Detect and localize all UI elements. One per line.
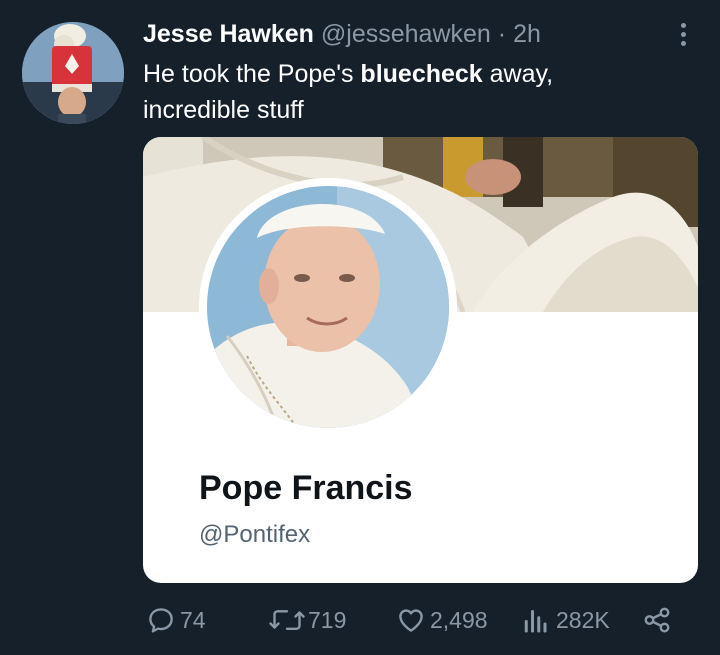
attached-image-card[interactable]: Pope Francis @Pontifex bbox=[143, 137, 698, 583]
tweet-text-bold: bluecheck bbox=[360, 60, 483, 88]
profile-picture bbox=[199, 178, 457, 436]
share-button[interactable] bbox=[642, 602, 672, 638]
views-button[interactable]: 282K bbox=[522, 602, 610, 638]
header-separator: · bbox=[497, 20, 507, 48]
like-button[interactable]: 2,498 bbox=[396, 602, 488, 638]
retweet-count: 719 bbox=[308, 606, 347, 633]
card-profile-name: Pope Francis bbox=[199, 469, 413, 507]
author-avatar[interactable] bbox=[22, 22, 124, 124]
analytics-icon bbox=[522, 605, 550, 635]
reply-count: 74 bbox=[180, 606, 206, 633]
retweet-button[interactable]: 719 bbox=[268, 602, 346, 638]
tweet-text-before: He took the Pope's bbox=[143, 60, 361, 88]
tweet-text: He took the Pope's bluecheck away, incre… bbox=[143, 56, 643, 128]
views-count: 282K bbox=[556, 606, 610, 633]
reply-button[interactable]: 74 bbox=[146, 602, 206, 638]
heart-icon bbox=[396, 605, 426, 635]
author-name[interactable]: Jesse Hawken bbox=[143, 20, 314, 48]
author-handle[interactable]: @jessehawken bbox=[321, 20, 491, 48]
like-count: 2,498 bbox=[430, 606, 488, 633]
more-vertical-icon[interactable] bbox=[672, 18, 694, 50]
card-profile-handle: @Pontifex bbox=[199, 521, 311, 548]
tweet-action-bar: 74 719 2,498 282K bbox=[144, 602, 684, 638]
tweet-header: Jesse Hawken @jessehawken · 2h bbox=[143, 18, 663, 50]
tweet-timestamp[interactable]: 2h bbox=[513, 20, 541, 48]
comment-icon bbox=[146, 605, 176, 635]
share-icon bbox=[642, 605, 672, 635]
retweet-icon bbox=[268, 605, 306, 635]
